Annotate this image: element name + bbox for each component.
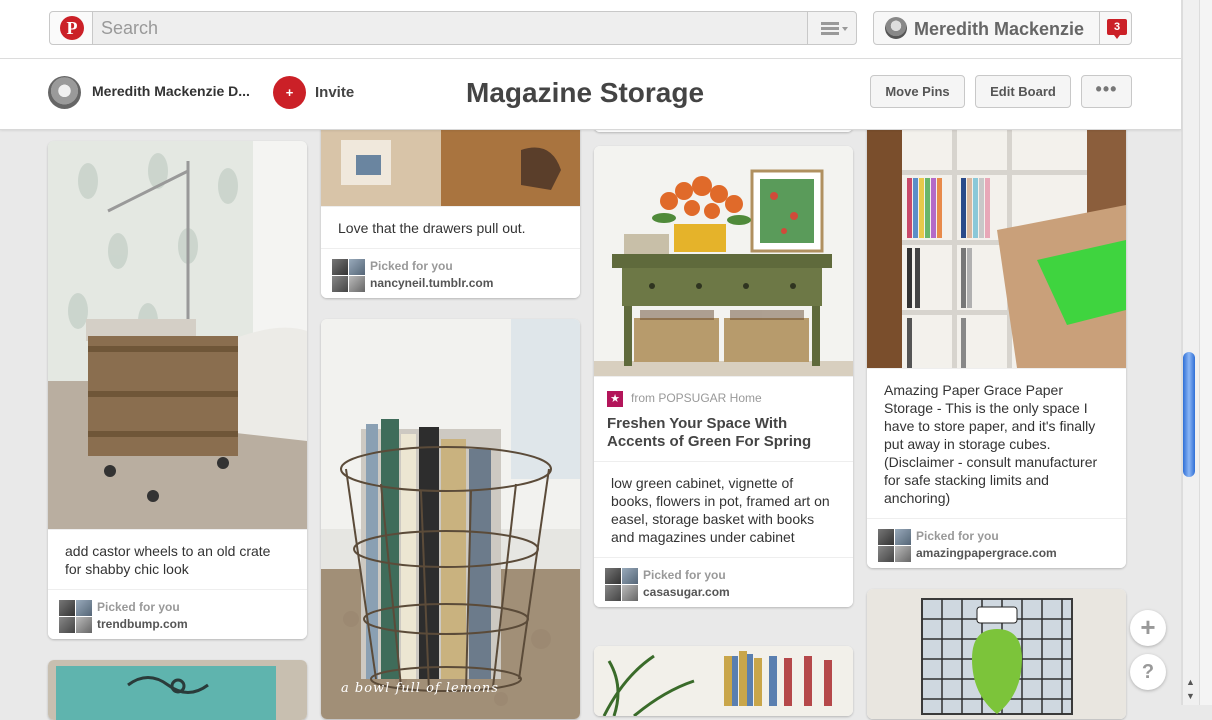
menu-icon <box>821 22 839 35</box>
attribution-text: from POPSUGAR Home <box>631 391 762 406</box>
board-header: Meredith Mackenzie D... + Invite Magazin… <box>0 59 1181 130</box>
pin-image[interactable] <box>867 110 1126 368</box>
move-pins-button[interactable]: Move Pins <box>870 75 965 108</box>
source-domain-link[interactable]: casasugar.com <box>643 585 730 599</box>
board-thumbnail-icon <box>332 259 366 293</box>
source-domain-link[interactable]: trendbump.com <box>97 617 188 631</box>
pin-description: Love that the drawers pull out. <box>321 206 580 248</box>
pin-source[interactable]: Picked for you trendbump.com <box>48 589 307 639</box>
image-watermark-caption: a bowl full of lemons <box>341 681 499 696</box>
pin-card[interactable] <box>594 646 853 716</box>
pin-image[interactable] <box>867 589 1126 719</box>
board-owner-avatar[interactable] <box>48 76 81 109</box>
user-profile-button[interactable]: Meredith Mackenzie 3 <box>873 11 1132 45</box>
pin-image[interactable] <box>48 660 307 720</box>
pin-attribution[interactable]: ★ from POPSUGAR Home <box>594 376 853 415</box>
top-navigation-bar: P Search Meredith Mackenzie 3 <box>0 0 1181 59</box>
pinterest-logo-button[interactable]: P <box>49 11 93 45</box>
board-owner-name[interactable]: Meredith Mackenzie D... <box>92 83 250 99</box>
pinterest-logo-icon: P <box>60 16 84 40</box>
help-button[interactable]: ? <box>1130 654 1166 690</box>
pin-image[interactable] <box>48 141 307 529</box>
pin-image[interactable] <box>594 146 853 376</box>
search-input[interactable]: Search <box>93 11 808 45</box>
chevron-down-icon <box>842 27 848 31</box>
pin-card[interactable] <box>48 660 307 720</box>
pin-card[interactable]: a bowl full of lemons <box>321 319 580 719</box>
board-thumbnail-icon <box>878 529 912 563</box>
board-thumbnail-icon <box>59 600 93 634</box>
picked-for-you-label: Picked for you <box>97 600 180 614</box>
picked-for-you-label: Picked for you <box>370 259 453 273</box>
more-options-button[interactable]: ••• <box>1081 75 1132 108</box>
edit-board-button[interactable]: Edit Board <box>975 75 1071 108</box>
add-pin-button[interactable]: + <box>1130 610 1166 646</box>
invite-link[interactable]: Invite <box>315 84 354 101</box>
pin-description: add castor wheels to an old crate for sh… <box>48 529 307 589</box>
pin-card[interactable]: ★ from POPSUGAR Home Freshen Your Space W… <box>594 146 853 607</box>
pin-image[interactable]: a bowl full of lemons <box>321 319 580 719</box>
notification-badge: 3 <box>1107 19 1127 39</box>
pin-card[interactable] <box>867 589 1126 719</box>
pin-image[interactable] <box>594 646 853 716</box>
pin-source[interactable]: Picked for you amazingpapergrace.com <box>867 518 1126 568</box>
pin-source[interactable]: Picked for you casasugar.com <box>594 557 853 607</box>
pin-description: low green cabinet, vignette of books, fl… <box>594 461 853 557</box>
scroll-down-arrow-icon[interactable]: ▼ <box>1186 691 1195 701</box>
picked-for-you-label: Picked for you <box>643 568 726 582</box>
categories-menu-button[interactable] <box>807 11 857 45</box>
user-avatar <box>885 17 907 39</box>
picked-for-you-label: Picked for you <box>916 529 999 543</box>
source-domain-link[interactable]: nancyneil.tumblr.com <box>370 276 493 290</box>
board-title: Magazine Storage <box>466 77 705 108</box>
board-thumbnail-icon <box>605 568 639 602</box>
rich-pin-title[interactable]: Freshen Your Space With Accents of Green… <box>594 415 853 461</box>
invite-icon[interactable]: + <box>273 76 306 109</box>
pin-card[interactable]: Amazing Paper Grace Paper Storage - This… <box>867 110 1126 568</box>
source-domain-link[interactable]: amazingpapergrace.com <box>916 546 1057 560</box>
pin-card[interactable]: Love that the drawers pull out. Picked f… <box>321 110 580 298</box>
pin-card[interactable]: add castor wheels to an old crate for sh… <box>48 141 307 639</box>
notifications-button[interactable]: 3 <box>1099 12 1133 44</box>
pin-description: Amazing Paper Grace Paper Storage - This… <box>867 368 1126 518</box>
scroll-up-arrow-icon[interactable]: ▲ <box>1186 677 1195 687</box>
user-name: Meredith Mackenzie <box>914 19 1085 39</box>
scrollbar-thumb[interactable] <box>1183 352 1195 477</box>
popsugar-star-icon: ★ <box>607 391 623 407</box>
pin-source[interactable]: Picked for you nancyneil.tumblr.com <box>321 248 580 298</box>
